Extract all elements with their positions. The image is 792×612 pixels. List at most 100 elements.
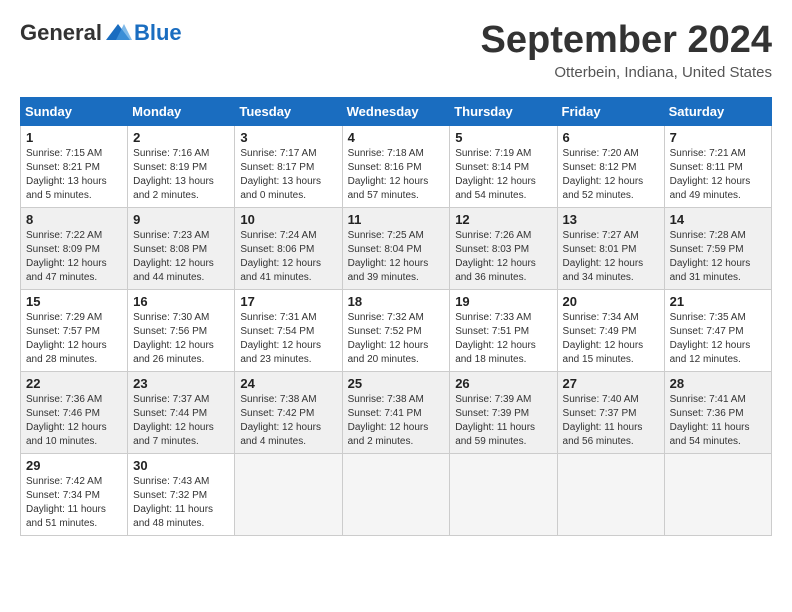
calendar-header-row: SundayMondayTuesdayWednesdayThursdayFrid… — [21, 97, 772, 125]
calendar-day-cell: 20 Sunrise: 7:34 AMSunset: 7:49 PMDaylig… — [557, 289, 664, 371]
day-number: 20 — [563, 294, 659, 309]
day-info: Sunrise: 7:16 AMSunset: 8:19 PMDaylight:… — [133, 148, 214, 201]
day-number: 2 — [133, 130, 229, 145]
day-number: 23 — [133, 376, 229, 391]
day-number: 3 — [240, 130, 336, 145]
day-number: 8 — [26, 212, 122, 227]
calendar-day-cell: 24 Sunrise: 7:38 AMSunset: 7:42 PMDaylig… — [235, 371, 342, 453]
calendar-day-cell: 11 Sunrise: 7:25 AMSunset: 8:04 PMDaylig… — [342, 207, 450, 289]
day-number: 15 — [26, 294, 122, 309]
day-info: Sunrise: 7:38 AMSunset: 7:41 PMDaylight:… — [348, 394, 429, 447]
calendar-day-header: Friday — [557, 97, 664, 125]
day-number: 16 — [133, 294, 229, 309]
day-number: 22 — [26, 376, 122, 391]
day-number: 21 — [670, 294, 766, 309]
calendar-week-row: 1 Sunrise: 7:15 AMSunset: 8:21 PMDayligh… — [21, 125, 772, 207]
day-info: Sunrise: 7:30 AMSunset: 7:56 PMDaylight:… — [133, 312, 214, 365]
day-number: 19 — [455, 294, 551, 309]
calendar-day-cell: 26 Sunrise: 7:39 AMSunset: 7:39 PMDaylig… — [450, 371, 557, 453]
day-info: Sunrise: 7:38 AMSunset: 7:42 PMDaylight:… — [240, 394, 321, 447]
calendar-day-cell: 16 Sunrise: 7:30 AMSunset: 7:56 PMDaylig… — [128, 289, 235, 371]
day-info: Sunrise: 7:40 AMSunset: 7:37 PMDaylight:… — [563, 394, 643, 447]
day-number: 4 — [348, 130, 445, 145]
calendar-week-row: 22 Sunrise: 7:36 AMSunset: 7:46 PMDaylig… — [21, 371, 772, 453]
day-info: Sunrise: 7:28 AMSunset: 7:59 PMDaylight:… — [670, 230, 751, 283]
day-number: 9 — [133, 212, 229, 227]
day-info: Sunrise: 7:20 AMSunset: 8:12 PMDaylight:… — [563, 148, 644, 201]
day-number: 28 — [670, 376, 766, 391]
day-info: Sunrise: 7:37 AMSunset: 7:44 PMDaylight:… — [133, 394, 214, 447]
calendar-day-header: Thursday — [450, 97, 557, 125]
day-number: 24 — [240, 376, 336, 391]
calendar-day-cell — [664, 453, 771, 535]
calendar-day-cell: 4 Sunrise: 7:18 AMSunset: 8:16 PMDayligh… — [342, 125, 450, 207]
day-number: 30 — [133, 458, 229, 473]
day-number: 7 — [670, 130, 766, 145]
location: Otterbein, Indiana, United States — [481, 64, 773, 81]
calendar-day-cell — [557, 453, 664, 535]
day-info: Sunrise: 7:27 AMSunset: 8:01 PMDaylight:… — [563, 230, 644, 283]
month-title: September 2024 — [481, 20, 773, 62]
day-number: 10 — [240, 212, 336, 227]
day-info: Sunrise: 7:25 AMSunset: 8:04 PMDaylight:… — [348, 230, 429, 283]
calendar-day-cell: 29 Sunrise: 7:42 AMSunset: 7:34 PMDaylig… — [21, 453, 128, 535]
day-number: 12 — [455, 212, 551, 227]
day-number: 14 — [670, 212, 766, 227]
day-info: Sunrise: 7:15 AMSunset: 8:21 PMDaylight:… — [26, 148, 107, 201]
day-number: 18 — [348, 294, 445, 309]
calendar-day-header: Sunday — [21, 97, 128, 125]
calendar-day-cell: 15 Sunrise: 7:29 AMSunset: 7:57 PMDaylig… — [21, 289, 128, 371]
day-number: 1 — [26, 130, 122, 145]
calendar-week-row: 8 Sunrise: 7:22 AMSunset: 8:09 PMDayligh… — [21, 207, 772, 289]
day-info: Sunrise: 7:19 AMSunset: 8:14 PMDaylight:… — [455, 148, 536, 201]
logo: General Blue — [20, 20, 182, 46]
calendar-day-cell: 17 Sunrise: 7:31 AMSunset: 7:54 PMDaylig… — [235, 289, 342, 371]
calendar-day-cell: 27 Sunrise: 7:40 AMSunset: 7:37 PMDaylig… — [557, 371, 664, 453]
day-info: Sunrise: 7:17 AMSunset: 8:17 PMDaylight:… — [240, 148, 321, 201]
calendar-day-cell — [342, 453, 450, 535]
day-number: 26 — [455, 376, 551, 391]
calendar-day-cell: 28 Sunrise: 7:41 AMSunset: 7:36 PMDaylig… — [664, 371, 771, 453]
day-info: Sunrise: 7:26 AMSunset: 8:03 PMDaylight:… — [455, 230, 536, 283]
day-info: Sunrise: 7:43 AMSunset: 7:32 PMDaylight:… — [133, 476, 213, 529]
page-header: General Blue September 2024 Otterbein, I… — [20, 20, 772, 81]
calendar-day-cell — [450, 453, 557, 535]
calendar-day-cell: 14 Sunrise: 7:28 AMSunset: 7:59 PMDaylig… — [664, 207, 771, 289]
calendar-day-cell: 30 Sunrise: 7:43 AMSunset: 7:32 PMDaylig… — [128, 453, 235, 535]
day-info: Sunrise: 7:33 AMSunset: 7:51 PMDaylight:… — [455, 312, 536, 365]
day-number: 11 — [348, 212, 445, 227]
day-info: Sunrise: 7:32 AMSunset: 7:52 PMDaylight:… — [348, 312, 429, 365]
calendar-day-cell: 22 Sunrise: 7:36 AMSunset: 7:46 PMDaylig… — [21, 371, 128, 453]
day-number: 13 — [563, 212, 659, 227]
day-info: Sunrise: 7:24 AMSunset: 8:06 PMDaylight:… — [240, 230, 321, 283]
calendar-day-cell: 12 Sunrise: 7:26 AMSunset: 8:03 PMDaylig… — [450, 207, 557, 289]
calendar-day-cell: 5 Sunrise: 7:19 AMSunset: 8:14 PMDayligh… — [450, 125, 557, 207]
logo-general: General — [20, 20, 102, 46]
day-info: Sunrise: 7:39 AMSunset: 7:39 PMDaylight:… — [455, 394, 535, 447]
day-info: Sunrise: 7:34 AMSunset: 7:49 PMDaylight:… — [563, 312, 644, 365]
calendar-week-row: 15 Sunrise: 7:29 AMSunset: 7:57 PMDaylig… — [21, 289, 772, 371]
day-info: Sunrise: 7:35 AMSunset: 7:47 PMDaylight:… — [670, 312, 751, 365]
day-number: 29 — [26, 458, 122, 473]
calendar-day-cell: 2 Sunrise: 7:16 AMSunset: 8:19 PMDayligh… — [128, 125, 235, 207]
calendar-week-row: 29 Sunrise: 7:42 AMSunset: 7:34 PMDaylig… — [21, 453, 772, 535]
calendar-day-cell: 10 Sunrise: 7:24 AMSunset: 8:06 PMDaylig… — [235, 207, 342, 289]
calendar-day-header: Wednesday — [342, 97, 450, 125]
day-info: Sunrise: 7:31 AMSunset: 7:54 PMDaylight:… — [240, 312, 321, 365]
calendar-day-cell: 25 Sunrise: 7:38 AMSunset: 7:41 PMDaylig… — [342, 371, 450, 453]
calendar-day-cell — [235, 453, 342, 535]
calendar-day-header: Tuesday — [235, 97, 342, 125]
calendar-day-cell: 21 Sunrise: 7:35 AMSunset: 7:47 PMDaylig… — [664, 289, 771, 371]
calendar-day-cell: 3 Sunrise: 7:17 AMSunset: 8:17 PMDayligh… — [235, 125, 342, 207]
calendar-day-cell: 1 Sunrise: 7:15 AMSunset: 8:21 PMDayligh… — [21, 125, 128, 207]
day-info: Sunrise: 7:22 AMSunset: 8:09 PMDaylight:… — [26, 230, 107, 283]
day-number: 27 — [563, 376, 659, 391]
day-info: Sunrise: 7:36 AMSunset: 7:46 PMDaylight:… — [26, 394, 107, 447]
calendar-day-cell: 8 Sunrise: 7:22 AMSunset: 8:09 PMDayligh… — [21, 207, 128, 289]
day-info: Sunrise: 7:21 AMSunset: 8:11 PMDaylight:… — [670, 148, 751, 201]
day-number: 17 — [240, 294, 336, 309]
day-info: Sunrise: 7:41 AMSunset: 7:36 PMDaylight:… — [670, 394, 750, 447]
day-info: Sunrise: 7:18 AMSunset: 8:16 PMDaylight:… — [348, 148, 429, 201]
calendar-day-header: Monday — [128, 97, 235, 125]
calendar-day-cell: 23 Sunrise: 7:37 AMSunset: 7:44 PMDaylig… — [128, 371, 235, 453]
